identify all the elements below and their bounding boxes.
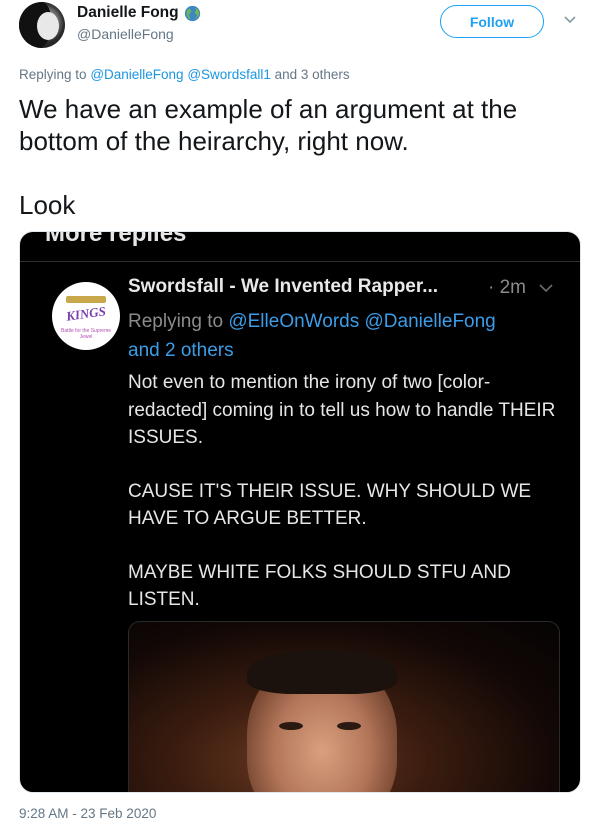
chevron-down-icon[interactable]: [563, 15, 577, 25]
follow-button[interactable]: Follow: [440, 5, 544, 38]
inner-replying-to: Replying to @ElleOnWords @DanielleFong a…: [128, 307, 548, 365]
inner-others: and 2 others: [128, 340, 234, 361]
author-name-row[interactable]: Danielle Fong: [77, 4, 201, 22]
inner-timestamp: · 2m: [488, 277, 526, 298]
tweet-media-image[interactable]: More replies KINGS Battle for the Suprem…: [19, 231, 581, 793]
tweet-text: We have an example of an argument at the…: [19, 93, 579, 221]
author-avatar[interactable]: [19, 2, 65, 48]
inner-avatar: KINGS Battle for the Supreme Jewel: [52, 282, 120, 350]
more-replies-heading: More replies: [45, 231, 187, 247]
tweet-text-line: We have an example of an argument at the…: [19, 94, 518, 156]
author-name[interactable]: Danielle Fong: [77, 4, 179, 22]
replying-prefix: Replying to: [19, 67, 87, 82]
globe-icon: [184, 5, 200, 21]
inner-avatar-tagline: Battle for the Supreme Jewel: [60, 328, 112, 340]
gif-eye: [337, 722, 361, 730]
inner-replying-prefix: Replying to: [128, 311, 224, 332]
inner-avatar-logo: KINGS: [65, 303, 107, 324]
inner-mention: @ElleOnWords: [228, 311, 360, 332]
inner-paragraph: Not even to mention the irony of two [co…: [128, 372, 556, 448]
divider: [20, 261, 580, 262]
inner-author-name: Swordsfall - We Invented Rapper...: [128, 276, 439, 297]
inner-gif-image: [128, 621, 560, 792]
chevron-down-icon: [539, 284, 553, 293]
mention-link[interactable]: @DanielleFong: [90, 67, 183, 82]
inner-paragraph: MAYBE WHITE FOLKS SHOULD STFU AND LISTEN…: [128, 561, 511, 611]
gif-eye: [279, 722, 303, 730]
inner-mention: @DanielleFong: [364, 311, 496, 332]
gif-hair: [247, 650, 397, 694]
replying-to-line: Replying to @DanielleFong @Swordsfall1 a…: [19, 67, 350, 82]
author-handle[interactable]: @DanielleFong: [77, 26, 174, 42]
avatar-face: [37, 12, 59, 40]
replying-others[interactable]: and 3 others: [275, 67, 350, 82]
tweet-timestamp[interactable]: 9:28 AM - 23 Feb 2020: [19, 806, 156, 821]
tweet-text-line: Look: [19, 190, 76, 220]
mention-link[interactable]: @Swordsfall1: [187, 67, 271, 82]
inner-paragraph: CAUSE IT'S THEIR ISSUE. WHY SHOULD WE HA…: [128, 480, 532, 530]
inner-tweet-body: Not even to mention the irony of two [co…: [128, 369, 558, 614]
logo-bar: [66, 296, 106, 303]
